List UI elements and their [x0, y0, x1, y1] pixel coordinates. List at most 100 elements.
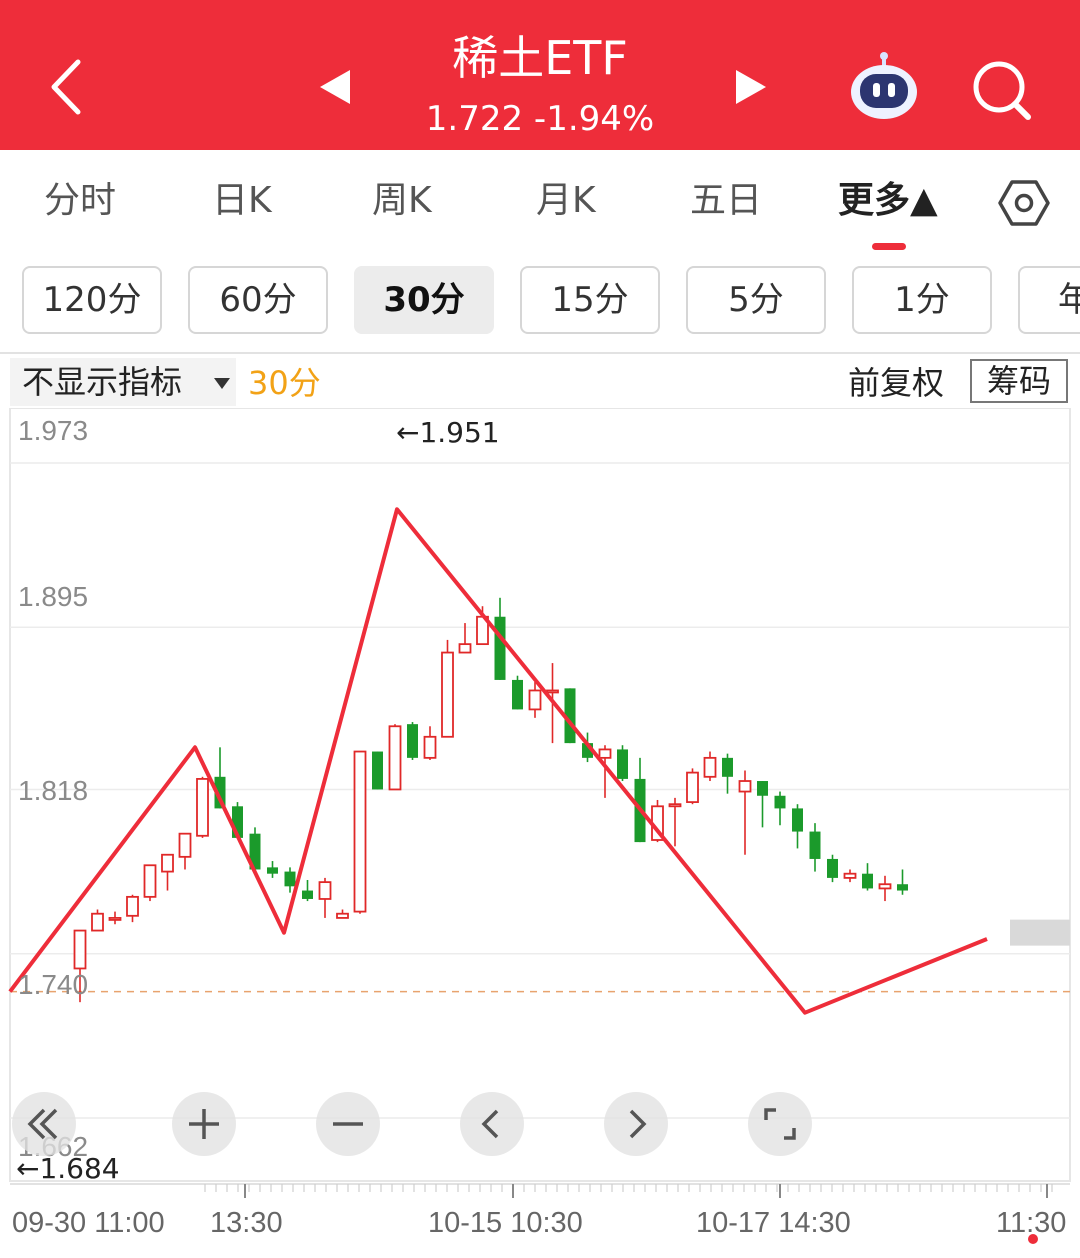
candle: [792, 804, 803, 849]
candle: [757, 781, 768, 828]
candle-body-up: [686, 771, 699, 803]
zoom-out-button[interactable]: [316, 1092, 380, 1156]
candle-body-down: [284, 871, 296, 887]
period-30min[interactable]: 30分: [354, 266, 494, 334]
candle: [668, 797, 682, 847]
candle-body-down: [757, 781, 768, 796]
candle-body-up: [143, 864, 157, 898]
chip-distribution-button[interactable]: 筹码: [970, 359, 1068, 403]
settings-icon[interactable]: [998, 178, 1050, 228]
tab-monthly-k[interactable]: 月K: [536, 178, 596, 224]
search-icon[interactable]: [968, 56, 1036, 124]
candle: [407, 722, 418, 760]
period-selector: 120分 60分 30分 15分 5分 1分 年: [0, 250, 1080, 350]
candle-body-down: [862, 873, 873, 889]
candle-body-up: [388, 725, 402, 791]
period-120min[interactable]: 120分: [22, 266, 162, 334]
candle-body-up: [318, 881, 332, 900]
scroll-left-button[interactable]: [460, 1092, 524, 1156]
y-tick-label: 1.818: [18, 775, 88, 806]
candle: [143, 864, 157, 902]
candle-body-up: [178, 832, 192, 858]
robot-icon[interactable]: [846, 50, 922, 126]
candle: [423, 726, 437, 760]
candle-body-up: [598, 748, 612, 759]
y-tick-label: 1.895: [18, 581, 88, 612]
candle: [686, 768, 699, 805]
x-tick-label: 13:30: [210, 1207, 283, 1239]
adjustment-toggle[interactable]: 前复权: [848, 360, 944, 406]
zoom-in-button[interactable]: [172, 1092, 236, 1156]
plus-icon: [189, 1109, 219, 1139]
candle: [126, 894, 139, 923]
candle-body-up: [843, 872, 857, 879]
tab-weekly-k[interactable]: 周K: [372, 178, 432, 224]
period-year[interactable]: 年: [1018, 266, 1080, 334]
chevron-right-icon: [629, 1109, 647, 1139]
period-60min[interactable]: 60分: [188, 266, 328, 334]
candle: [336, 909, 349, 919]
period-1min[interactable]: 1分: [852, 266, 992, 334]
zigzag-trend-line: [8, 507, 988, 1015]
candle: [178, 832, 192, 870]
candle-body-down: [722, 757, 733, 777]
candle-body-up: [73, 929, 87, 970]
candle: [617, 745, 628, 782]
next-icon[interactable]: [728, 66, 774, 108]
collapse-left-button[interactable]: [12, 1092, 76, 1156]
kline-chart[interactable]: 1.973 1.895 1.818 1.740 1.662 ←1.951 ←1.…: [0, 407, 1080, 1254]
candle: [897, 869, 908, 895]
candle-body-up: [91, 912, 104, 932]
candle: [512, 675, 523, 710]
plot-frame: [9, 407, 1071, 1182]
app-header: 稀土ETF 1.722 -1.94%: [0, 0, 1080, 150]
minus-icon: [333, 1122, 363, 1126]
indicator-select[interactable]: 不显示指标: [10, 358, 236, 406]
candle-body-up: [546, 689, 559, 694]
candle: [302, 880, 313, 902]
fullscreen-icon: [764, 1108, 796, 1140]
candle-body-up: [441, 651, 454, 738]
active-tab-indicator: [872, 243, 906, 250]
candle: [441, 639, 454, 738]
page-indicator-dot: [1028, 1234, 1038, 1244]
candle: [267, 861, 278, 878]
tab-five-day[interactable]: 五日: [690, 178, 762, 224]
tab-intraday[interactable]: 分时: [44, 178, 116, 224]
fullscreen-button[interactable]: [748, 1092, 812, 1156]
period-5min[interactable]: 5分: [686, 266, 826, 334]
candle: [161, 853, 174, 891]
candle-body-down: [774, 795, 786, 809]
scroll-right-button[interactable]: [604, 1092, 668, 1156]
candle: [878, 875, 892, 902]
candle-body-down: [617, 749, 628, 779]
indicator-period-label: 30分: [248, 364, 321, 402]
candle-body-up: [668, 803, 682, 808]
candle-body-down: [494, 616, 506, 680]
y-tick-label: 1.740: [18, 969, 88, 1000]
candle: [774, 791, 786, 826]
candle: [318, 877, 332, 918]
x-tick-label: 10-15 10:30: [428, 1207, 583, 1239]
high-price-label: ←1.951: [396, 416, 500, 449]
tab-more[interactable]: 更多▲: [838, 178, 938, 224]
y-tick-label: 1.973: [18, 415, 88, 446]
candle-body-down: [302, 890, 313, 899]
candle: [91, 909, 104, 932]
tab-daily-k[interactable]: 日K: [212, 178, 272, 224]
candle-body-down: [267, 867, 278, 874]
double-chevron-left-icon: [27, 1108, 58, 1140]
chevron-down-icon: [214, 378, 230, 389]
candle: [703, 751, 717, 782]
candle: [738, 770, 752, 855]
indicator-select-label: 不显示指标: [22, 363, 183, 401]
candle-body-down: [512, 679, 523, 710]
candle: [827, 854, 838, 883]
candle-body-down: [407, 724, 418, 758]
period-15min[interactable]: 15分: [520, 266, 660, 334]
candle-body-up: [126, 895, 139, 917]
kline-chart-svg: 1.973 1.895 1.818 1.740 1.662 ←1.951 ←1.…: [8, 407, 1071, 1239]
candle: [843, 869, 857, 883]
candle-body-up: [528, 689, 542, 711]
candle: [353, 750, 367, 914]
